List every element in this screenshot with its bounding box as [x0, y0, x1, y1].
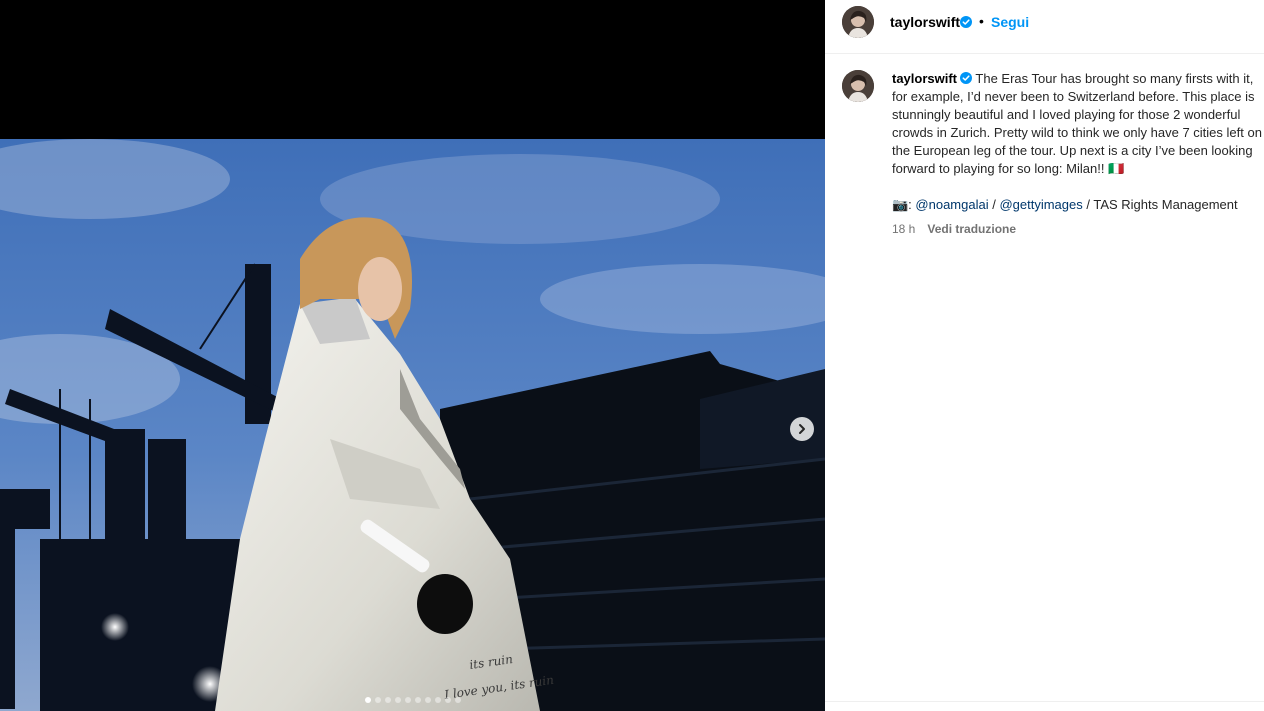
caption-avatar[interactable] [842, 70, 874, 102]
concert-photo-illustration: I love you, its ruin its ruin [0, 139, 825, 711]
see-translation-button[interactable]: Vedi traduzione [927, 222, 1016, 236]
avatar-icon [842, 70, 874, 102]
carousel-dot [374, 697, 381, 703]
instagram-post-view: I love you, its ruin its ruin taylorswif… [0, 0, 1264, 711]
carousel-next-button[interactable] [790, 417, 814, 441]
avatar-icon [842, 6, 874, 38]
credits-tail: / TAS Rights Management [1082, 197, 1238, 212]
carousel-indicator [0, 697, 825, 703]
carousel-dot [454, 697, 461, 703]
avatar[interactable] [842, 6, 874, 38]
follow-button[interactable]: Segui [991, 14, 1029, 30]
mention-link[interactable]: @gettyimages [999, 197, 1082, 212]
verified-badge-icon [960, 16, 972, 28]
photo-credits: 📷: @noamgalai / @gettyimages / TAS Right… [892, 196, 1264, 214]
carousel-dot [394, 697, 401, 703]
carousel-dot [424, 697, 431, 703]
post-photo[interactable]: I love you, its ruin its ruin [0, 139, 825, 711]
username[interactable]: taylorswift [890, 14, 960, 30]
mention-link[interactable]: @noamgalai [915, 197, 988, 212]
carousel-dot [434, 697, 441, 703]
carousel-dot [364, 697, 371, 703]
chevron-right-icon [799, 424, 805, 434]
camera-emoji-icon: 📷: [892, 197, 916, 212]
credits-separator: / [988, 197, 1000, 212]
caption-meta: 18 h Vedi traduzione [892, 222, 1016, 236]
caption-username[interactable]: taylorswift [892, 71, 957, 86]
caption-text: The Eras Tour has brought so many firsts… [892, 71, 1262, 176]
post-header: taylorswift • Segui [825, 0, 1264, 54]
verified-badge-icon [960, 72, 973, 84]
carousel-dot [404, 697, 411, 703]
post-side-panel: taylorswift • Segui taylorswift The Eras… [825, 0, 1264, 711]
post-media: I love you, its ruin its ruin [0, 0, 825, 711]
caption-text-block: taylorswift The Eras Tour has brought so… [892, 70, 1264, 178]
separator-dot: • [979, 13, 984, 29]
carousel-dot [444, 697, 451, 703]
post-timestamp[interactable]: 18 h [892, 222, 915, 236]
carousel-dot [414, 697, 421, 703]
divider [825, 701, 1264, 702]
carousel-dot [384, 697, 391, 703]
